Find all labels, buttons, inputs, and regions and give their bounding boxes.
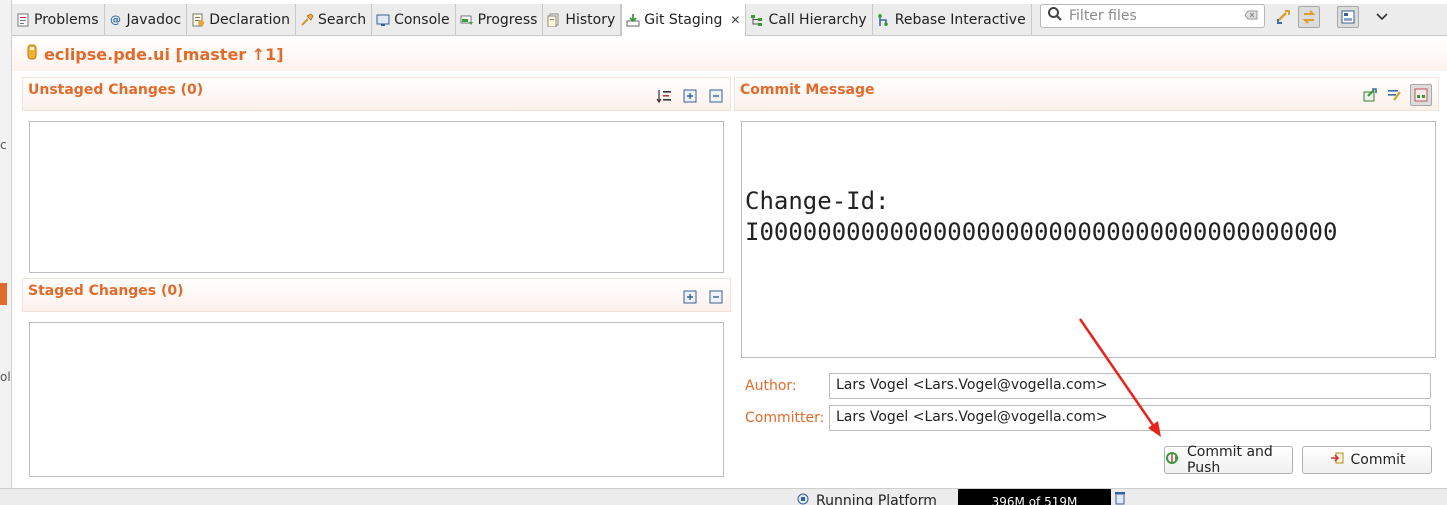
staged-files-list[interactable] [29,322,724,477]
progress-icon [460,13,474,27]
change-id-icon[interactable] [1410,84,1432,106]
tab-label: Rebase Interactive [894,11,1026,28]
commit-and-push-button[interactable]: Commit and Push [1164,444,1293,476]
sync-icon[interactable] [1273,6,1295,28]
tab-progress[interactable]: Progress [456,4,544,35]
clipped-text: ol [0,370,11,384]
problems-icon [16,13,30,27]
running-platform-label: Running Platform [816,493,937,505]
link-with-selection-icon[interactable] [1298,6,1320,28]
commit-message-editor[interactable]: Change-Id: I0000000000000000000000000000… [741,121,1436,358]
committer-field[interactable]: Lars Vogel <Lars.Vogel@vogella.com> [829,405,1431,431]
tab-history[interactable]: History [543,4,622,35]
committer-label: Committer: [745,410,825,426]
history-icon [547,13,561,27]
declaration-icon [191,13,205,27]
expand-all-icon[interactable] [682,289,698,305]
running-platform-icon [796,492,810,505]
commit-message-header: Commit Message [734,77,1439,111]
left-view-edge: c ol [0,0,12,490]
repository-icon [26,44,38,64]
git-staging-icon [626,13,640,27]
staged-changes-header: Staged Changes (0) [22,278,731,312]
amend-icon[interactable] [1362,87,1378,103]
close-tab-icon[interactable]: ✕ [730,13,740,27]
sort-icon[interactable] [656,88,672,104]
expand-all-icon[interactable] [682,88,698,104]
tab-console[interactable]: Console [372,4,456,35]
rebase-icon [877,13,891,27]
author-label: Author: [745,378,797,394]
tab-label: Git Staging [644,12,723,28]
staged-changes-title: Staged Changes (0) [28,283,184,299]
tab-declaration[interactable]: Declaration [187,4,296,35]
console-icon [376,13,390,27]
unstaged-changes-header: Unstaged Changes (0) [22,77,731,111]
author-field[interactable]: Lars Vogel <Lars.Vogel@vogella.com> [829,373,1431,399]
heap-status[interactable]: 396M of 519M [958,489,1111,505]
tab-label: Call Hierarchy [768,11,867,28]
clipped-text: c [0,138,7,152]
commit-and-push-icon [1165,450,1181,470]
filter-files-input[interactable] [1069,8,1238,24]
unstaged-files-list[interactable] [29,121,724,273]
search-icon [300,13,314,27]
repository-title: eclipse.pde.ui [master ↑1] [44,44,284,64]
collapse-all-icon[interactable] [708,88,724,104]
collapse-all-icon[interactable] [708,289,724,305]
commit-and-push-label: Commit and Push [1187,444,1273,476]
tab-label: History [565,11,616,28]
tab-label: Console [394,11,450,28]
commit-message-section: Commit Message [734,77,1439,111]
tab-call-hierarchy[interactable]: Call Hierarchy [746,4,873,35]
filter-files-box [1040,4,1265,28]
clear-filter-icon[interactable] [1244,9,1258,24]
repository-header: eclipse.pde.ui [master ↑1] [12,37,1447,71]
tab-search[interactable]: Search [296,4,373,35]
signed-off-icon[interactable] [1386,87,1402,103]
tab-javadoc[interactable]: @ Javadoc [105,4,188,35]
commit-button[interactable]: Commit [1302,446,1432,474]
javadoc-icon: @ [110,13,122,26]
run-gc-trash-icon[interactable] [1114,491,1126,505]
tab-label: Search [317,11,367,28]
tab-label: Problems [34,11,99,28]
status-bar: Running Platform 396M of 519M [0,488,1447,505]
call-hierarchy-icon [750,13,764,27]
running-platform-status[interactable]: Running Platform [796,492,937,505]
tab-rebase-interactive[interactable]: Rebase Interactive [873,4,1032,35]
tab-problems[interactable]: Problems [12,4,105,35]
tab-label: Declaration [209,11,290,28]
tab-label: Progress [477,11,538,28]
commit-icon [1329,450,1345,470]
unstaged-changes-title: Unstaged Changes (0) [28,82,204,98]
search-icon [1047,6,1063,26]
tab-label: Javadoc [126,11,182,28]
presentation-icon[interactable] [1337,6,1359,28]
commit-message-title: Commit Message [740,82,875,98]
left-edge-marker [0,283,7,305]
commit-message-text: Change-Id: I0000000000000000000000000000… [745,187,1338,246]
tab-git-staging[interactable]: Git Staging ✕ [621,4,747,36]
commit-label: Commit [1350,452,1406,468]
view-menu-chevron-down-icon[interactable] [1371,6,1393,28]
